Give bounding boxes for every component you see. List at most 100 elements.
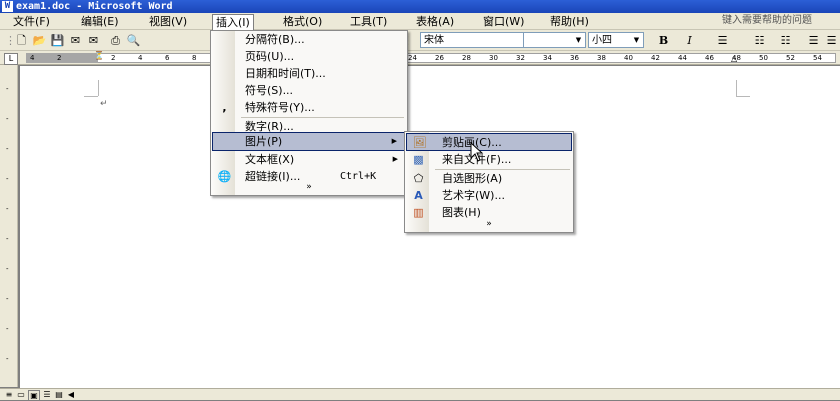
right-indent-marker-icon[interactable]: △ xyxy=(731,54,737,63)
vruler-tick: - xyxy=(6,175,9,183)
crop-mark xyxy=(96,80,99,96)
menu-table[interactable]: 表格(A) xyxy=(413,14,457,29)
clip-art-icon: 🖼 xyxy=(412,136,427,149)
ruler-number: 46 xyxy=(705,54,714,62)
autoshapes-item[interactable]: ⬠ 自选图形(A) xyxy=(406,170,572,187)
paragraph-mark-icon: ↵ xyxy=(100,99,108,109)
view-bar: ≡ ▭ ▣ ☰ ▤ ◀ xyxy=(0,388,840,401)
new-document-icon[interactable]: 🗋 xyxy=(14,33,29,48)
reading-view-icon[interactable]: ▤ xyxy=(54,390,64,399)
menu-edit[interactable]: 编辑(E) xyxy=(78,14,122,29)
submenu-arrow-icon: ▶ xyxy=(392,155,398,163)
expand-menu-icon[interactable]: » xyxy=(211,182,407,192)
chevron-down-icon: ▼ xyxy=(633,36,640,44)
menu-tools[interactable]: 工具(T) xyxy=(347,14,390,29)
insert-date-time-label: 日期和时间(T)... xyxy=(245,67,326,80)
print-view-icon[interactable]: ▣ xyxy=(28,390,40,401)
vruler-tick: - xyxy=(6,85,9,93)
vruler-tick: - xyxy=(6,265,9,273)
bullet-list-icon[interactable]: ☷ xyxy=(778,33,793,48)
insert-break-label: 分隔符(B)... xyxy=(245,33,305,46)
mouse-cursor xyxy=(470,141,484,162)
align-icon[interactable]: ☰ xyxy=(715,33,730,48)
vruler-tick: - xyxy=(6,235,9,243)
wordart-item[interactable]: A 艺术字(W)... xyxy=(406,187,572,204)
ruler-number: 2 xyxy=(111,54,116,62)
comma-symbol-icon: , xyxy=(222,101,227,114)
menu-format[interactable]: 格式(O) xyxy=(280,14,325,29)
vruler-tick: - xyxy=(6,355,9,363)
ruler-number: 36 xyxy=(570,54,579,62)
ruler-number: 28 xyxy=(462,54,471,62)
font-size-select[interactable]: 小四 ▼ xyxy=(588,32,644,48)
insert-page-numbers-item[interactable]: 页码(U)... xyxy=(212,48,406,65)
numbered-list-icon[interactable]: ☷ xyxy=(752,33,767,48)
ruler-number: 4 xyxy=(138,54,143,62)
italic-button[interactable]: I xyxy=(682,33,697,48)
help-search-input[interactable]: 键入需要帮助的问题 xyxy=(718,13,840,29)
word-app-icon: W xyxy=(2,1,13,12)
submenu-arrow-icon: ▶ xyxy=(391,137,397,145)
menu-help[interactable]: 帮助(H) xyxy=(547,14,592,29)
ruler-number: 32 xyxy=(516,54,525,62)
insert-textbox-item[interactable]: 文本框(X) ▶ xyxy=(212,151,406,168)
picture-file-icon: ▩ xyxy=(413,153,424,166)
open-folder-icon[interactable]: 📂 xyxy=(32,33,47,48)
wordart-label: 艺术字(W)... xyxy=(442,189,505,202)
vruler-tick: - xyxy=(6,115,9,123)
expand-menu-icon[interactable]: » xyxy=(405,219,573,229)
save-icon[interactable]: 💾 xyxy=(50,33,65,48)
picture-submenu: 🖼 剪贴画(C)... ▩ 来自文件(F)... ⬠ 自选图形(A) A 艺术字… xyxy=(404,131,574,233)
chevron-down-icon: ▼ xyxy=(575,36,582,44)
horizontal-ruler[interactable]: L 42246810121416182022242628303234363840… xyxy=(0,51,840,65)
menu-insert[interactable]: 插入(I) xyxy=(212,14,254,31)
scroll-left-icon[interactable]: ◀ xyxy=(66,390,76,399)
menu-view[interactable]: 视图(V) xyxy=(146,14,190,29)
menu-bar: 文件(F) 编辑(E) 视图(V) 插入(I) 格式(O) 工具(T) 表格(A… xyxy=(0,13,840,31)
ruler-number: 26 xyxy=(435,54,444,62)
menu-window[interactable]: 窗口(W) xyxy=(480,14,527,29)
normal-view-icon[interactable]: ≡ xyxy=(4,390,14,399)
vertical-ruler: - - - - - - - - - - xyxy=(0,65,18,387)
crop-mark xyxy=(736,95,750,97)
ruler-number: 34 xyxy=(543,54,552,62)
ruler-number: 50 xyxy=(759,54,768,62)
font-name-dropdown[interactable]: ▼ xyxy=(524,32,586,48)
insert-date-time-item[interactable]: 日期和时间(T)... xyxy=(212,65,406,82)
crop-mark xyxy=(84,95,98,97)
vruler-tick: - xyxy=(6,295,9,303)
ruler-number: 6 xyxy=(165,54,170,62)
autoshapes-icon: ⬠ xyxy=(413,172,424,185)
vruler-tick: - xyxy=(6,325,9,333)
from-file-item[interactable]: ▩ 来自文件(F)... xyxy=(406,151,572,168)
insert-break-item[interactable]: 分隔符(B)... xyxy=(212,31,406,48)
vruler-tick: - xyxy=(6,145,9,153)
outline-view-icon[interactable]: ☰ xyxy=(42,390,52,399)
clip-art-item[interactable]: 🖼 剪贴画(C)... xyxy=(406,133,572,151)
insert-menu: 分隔符(B)... 页码(U)... 日期和时间(T)... 符号(S)... … xyxy=(210,30,408,196)
bold-button[interactable]: B xyxy=(656,33,671,48)
ruler-number: 2 xyxy=(57,54,62,62)
menu-file[interactable]: 文件(F) xyxy=(10,14,53,29)
ruler-number: 54 xyxy=(813,54,822,62)
insert-symbol-item[interactable]: 符号(S)... xyxy=(212,82,406,99)
permission-icon[interactable]: ✉ xyxy=(68,33,83,48)
ruler-number: 4 xyxy=(30,54,35,62)
font-size-value: 小四 xyxy=(592,35,612,46)
ruler-strip xyxy=(26,53,836,63)
insert-picture-item[interactable]: 图片(P) ▶ xyxy=(212,132,406,151)
decrease-indent-icon[interactable]: ☰ xyxy=(806,33,821,48)
indent-marker-icon[interactable]: ⏳ xyxy=(94,51,104,60)
increase-indent-icon[interactable]: ☰ xyxy=(824,33,839,48)
tab-selector-icon[interactable]: L xyxy=(4,53,18,65)
cursor-arrow-icon xyxy=(470,141,484,162)
print-preview-icon[interactable]: 🔍 xyxy=(126,33,141,48)
font-name-value: 宋体 xyxy=(424,35,444,46)
insert-picture-label: 图片(P) xyxy=(245,135,283,148)
insert-special-symbol-item[interactable]: , 特殊符号(Y)... xyxy=(212,99,406,116)
print-icon[interactable]: ⎙ xyxy=(108,33,123,48)
font-name-select[interactable]: 宋体 xyxy=(420,32,524,48)
email-icon[interactable]: ✉ xyxy=(86,33,101,48)
ruler-margin xyxy=(26,53,98,63)
web-view-icon[interactable]: ▭ xyxy=(16,390,26,399)
